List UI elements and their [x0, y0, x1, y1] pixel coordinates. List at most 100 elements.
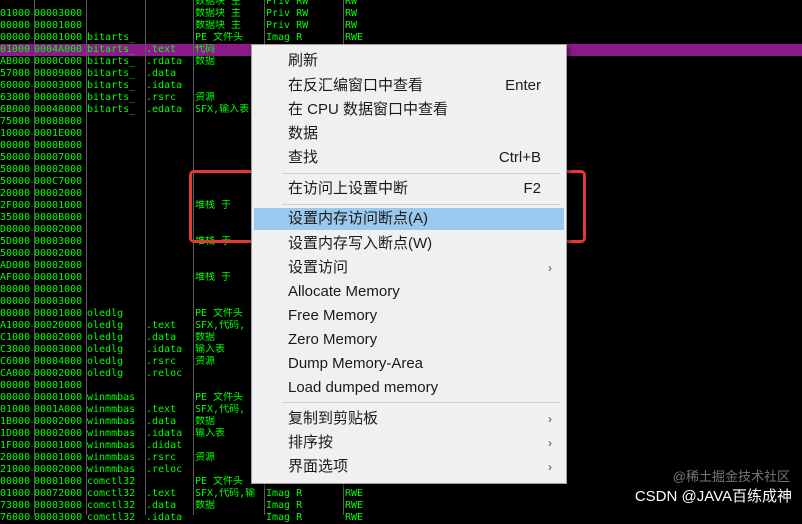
memory-cell: bitarts_	[87, 44, 136, 55]
memory-row[interactable]: 01000 00003000 数据块 主 Priv RW RW	[0, 8, 802, 20]
memory-cell: 60000	[0, 80, 31, 91]
memory-cell: 0000C000	[34, 56, 83, 67]
menu-item-set-access-break[interactable]: 在访问上设置中断 F2	[254, 178, 564, 200]
menu-item-label: 数据	[288, 125, 319, 142]
memory-cell: oledlg	[87, 356, 124, 367]
memory-cell: 00007000	[34, 152, 83, 163]
menu-item-label: Zero Memory	[288, 331, 378, 348]
memory-cell: 00002000	[34, 428, 83, 439]
memory-cell: C1000	[0, 332, 31, 343]
menu-item-copy-to-clipboard[interactable]: 复制到剪贴板 ›	[254, 408, 564, 430]
menu-item-refresh[interactable]: 刷新	[254, 50, 564, 72]
memory-cell: 00001000	[34, 440, 83, 451]
chevron-right-icon: ›	[548, 261, 552, 275]
memory-cell: 21000	[0, 464, 31, 475]
memory-cell: 0000B000	[34, 140, 83, 151]
memory-cell: 5D000	[0, 236, 31, 247]
memory-cell: 00001000	[34, 392, 83, 403]
memory-cell: AB000	[0, 56, 31, 67]
menu-item-memory-access-breakpoint[interactable]: 设置内存访问断点(A)	[254, 208, 564, 230]
memory-cell: C6000	[0, 356, 31, 367]
memory-cell: 00020000	[34, 320, 83, 331]
memory-cell: 00002000	[34, 332, 83, 343]
memory-cell: 1D000	[0, 428, 31, 439]
menu-item-search[interactable]: 查找 Ctrl+B	[254, 147, 564, 169]
memory-cell: 50000	[0, 248, 31, 259]
menu-item-label: 查找	[288, 149, 319, 166]
memory-cell: 00003000	[34, 8, 83, 19]
memory-cell: 6B000	[0, 104, 31, 115]
menu-item-zero-memory[interactable]: Zero Memory	[254, 329, 564, 351]
memory-cell: 50000	[0, 152, 31, 163]
memory-cell: RWE	[345, 32, 364, 43]
memory-cell: .idata	[146, 428, 183, 439]
memory-cell: .text	[146, 320, 177, 331]
memory-row[interactable]: 00000 00001000 bitarts_ PE 文件头 Imag R RWE	[0, 32, 802, 44]
menu-item-label: 设置内存访问断点(A)	[288, 210, 428, 227]
menu-item-load-dumped-memory[interactable]: Load dumped memory	[254, 377, 564, 399]
menu-item-allocate-memory[interactable]: Allocate Memory	[254, 281, 564, 303]
memory-cell: 0004A000	[34, 44, 83, 55]
menu-item-dump-memory-area[interactable]: Dump Memory-Area	[254, 353, 564, 375]
memory-cell: 00002000	[34, 224, 83, 235]
memory-cell: .text	[146, 404, 177, 415]
memory-cell: 00001000	[34, 308, 83, 319]
context-menu[interactable]: 刷新 在反汇编窗口中查看 Enter 在 CPU 数据窗口中查看 数据 查找 Ctr…	[251, 44, 567, 484]
memory-cell: Priv RW	[266, 8, 309, 19]
memory-cell: 00001000	[34, 20, 83, 31]
memory-cell: comctl32	[87, 500, 136, 511]
column-divider	[34, 0, 35, 515]
memory-cell: RW	[345, 0, 358, 7]
memory-cell: 01000	[0, 44, 31, 55]
menu-item-free-memory[interactable]: Free Memory	[254, 305, 564, 327]
menu-item-view-cpu-dump[interactable]: 在 CPU 数据窗口中查看	[254, 99, 564, 121]
menu-item-set-access[interactable]: 设置访问 ›	[254, 257, 564, 279]
memory-cell: .rdata	[146, 56, 183, 67]
memory-cell: bitarts_	[87, 104, 136, 115]
memory-cell: Priv RW	[266, 0, 309, 7]
menu-item-memory-write-breakpoint[interactable]: 设置内存写入断点(W)	[254, 233, 564, 255]
memory-cell: Imag R	[266, 488, 303, 499]
memory-cell: 01000	[0, 404, 31, 415]
menu-item-label: 排序按	[288, 434, 334, 451]
menu-item-shortcut: F2	[523, 180, 541, 197]
memory-cell: 00072000	[34, 488, 83, 499]
memory-cell: 0000B000	[34, 212, 83, 223]
menu-item-label: Allocate Memory	[288, 283, 400, 300]
memory-row[interactable]: 数据块 主 Priv RW RW	[0, 0, 802, 8]
memory-cell: 00000	[0, 20, 31, 31]
menu-item-shortcut: Enter	[505, 77, 541, 94]
memory-cell: 00001000	[34, 272, 83, 283]
memory-cell: 00002000	[34, 368, 83, 379]
memory-row[interactable]: 76000 00003000 comctl32 .idata Imag R RWE	[0, 512, 802, 524]
memory-cell: .data	[146, 500, 177, 511]
menu-separator	[282, 402, 560, 403]
menu-item-label: 在访问上设置中断	[288, 180, 409, 197]
memory-cell: 00004000	[34, 356, 83, 367]
memory-cell: 0001E000	[34, 128, 83, 139]
memory-cell: 1B000	[0, 416, 31, 427]
menu-item-data[interactable]: 数据	[254, 123, 564, 145]
memory-cell: 20000	[0, 452, 31, 463]
memory-cell: 1F000	[0, 440, 31, 451]
memory-cell: bitarts_	[87, 68, 136, 79]
menu-item-sort-by[interactable]: 排序按 ›	[254, 432, 564, 454]
memory-cell: 00002000	[34, 416, 83, 427]
menu-item-view-disassembly[interactable]: 在反汇编窗口中查看 Enter	[254, 75, 564, 97]
memory-cell: 50000	[0, 164, 31, 175]
menu-separator	[282, 204, 560, 205]
memory-cell: Imag R	[266, 500, 303, 511]
watermark-text: CSDN @JAVA百练成神	[634, 488, 792, 505]
memory-cell: 00009000	[34, 68, 83, 79]
memory-row[interactable]: 00000 00001000 数据块 主 Priv RW RW	[0, 20, 802, 32]
memory-cell: winmmbas	[87, 452, 136, 463]
chevron-right-icon: ›	[548, 412, 552, 426]
memory-cell: bitarts_	[87, 32, 136, 43]
memory-cell: 00002000	[34, 464, 83, 475]
memory-cell: .text	[146, 44, 177, 55]
memory-cell: 00001000	[34, 200, 83, 211]
menu-item-appearance[interactable]: 界面选项 ›	[254, 456, 564, 478]
memory-cell: 00003000	[34, 80, 83, 91]
memory-cell: 00008000	[34, 116, 83, 127]
memory-cell: RWE	[345, 512, 364, 523]
